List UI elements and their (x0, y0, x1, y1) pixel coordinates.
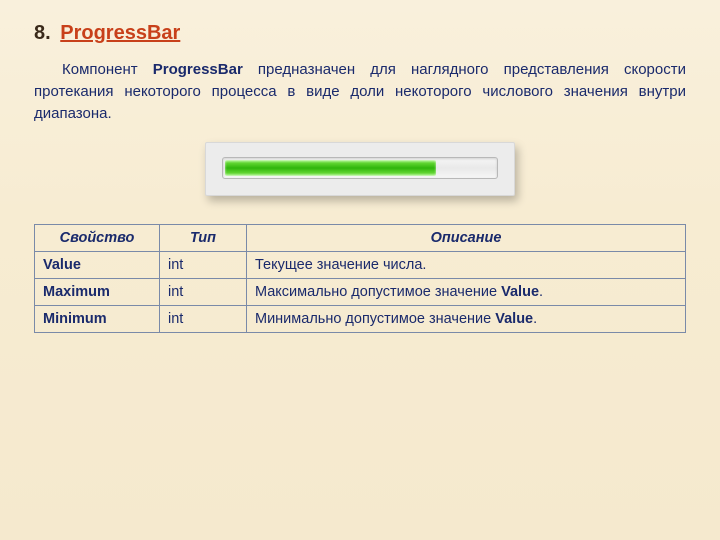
intro-paragraph: Компонент ProgressBar предназначен для н… (34, 59, 686, 124)
table-header-row: Свойство Тип Описание (35, 225, 686, 252)
heading-number: 8. (34, 22, 51, 44)
progressbar-figure (205, 142, 515, 196)
section-heading: 8. ProgressBar (34, 22, 686, 45)
progressbar-fill (225, 160, 436, 176)
cell-description: Максимально допустимое значение Value. (247, 279, 686, 306)
cell-type: int (160, 252, 247, 279)
cell-property: Maximum (35, 279, 160, 306)
cell-property: Value (35, 252, 160, 279)
progressbar-panel (205, 142, 515, 196)
properties-table: Свойство Тип Описание Value int Текущее … (34, 224, 686, 333)
col-header-property: Свойство (35, 225, 160, 252)
table-row: Value int Текущее значение числа. (35, 252, 686, 279)
cell-property: Minimum (35, 306, 160, 333)
paragraph-bold: ProgressBar (153, 61, 243, 78)
cell-type: int (160, 279, 247, 306)
col-header-description: Описание (247, 225, 686, 252)
cell-description: Минимально допустимое значение Value. (247, 306, 686, 333)
col-header-type: Тип (160, 225, 247, 252)
table-row: Maximum int Максимально допустимое значе… (35, 279, 686, 306)
cell-type: int (160, 306, 247, 333)
document-page: 8. ProgressBar Компонент ProgressBar пре… (0, 0, 720, 333)
cell-description: Текущее значение числа. (247, 252, 686, 279)
progressbar-track (222, 157, 498, 179)
heading-title: ProgressBar (60, 22, 180, 44)
table-row: Minimum int Минимально допустимое значен… (35, 306, 686, 333)
paragraph-text-pre: Компонент (62, 61, 153, 78)
